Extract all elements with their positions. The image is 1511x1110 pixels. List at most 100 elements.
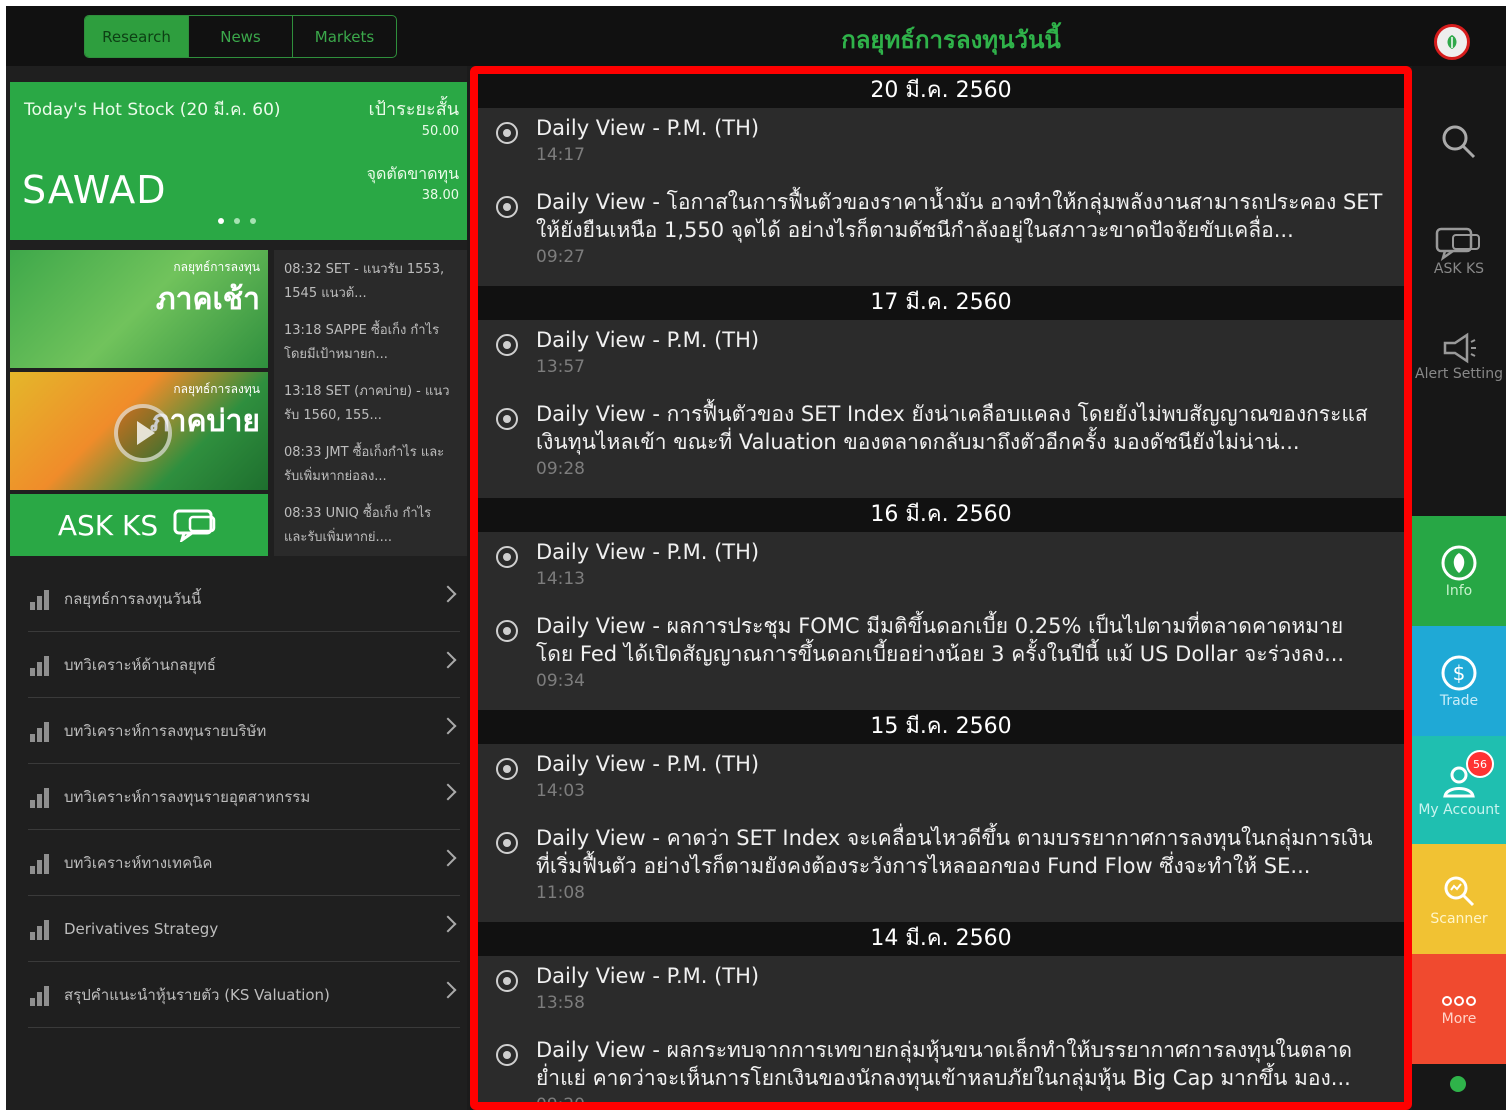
morning-strategy-video[interactable]: กลยุทธ์การลงทุน ภาคเช้า	[10, 250, 268, 368]
scanner-button[interactable]: Scanner	[1412, 844, 1506, 954]
feed-item[interactable]: Daily View - P.M. (TH) 14:17	[478, 108, 1404, 182]
carousel-dots[interactable]	[218, 218, 256, 224]
menu-item-derivatives[interactable]: Derivatives Strategy	[28, 896, 460, 962]
right-sidebar: ASK KS Alert Setting Info $ Trade 56 My …	[1412, 66, 1506, 1110]
trade-label: Trade	[1439, 693, 1479, 709]
list-item[interactable]: 08:32 SET - แนวรับ 1553, 1545 แนวต้...	[274, 250, 467, 311]
alert-setting-button[interactable]: Alert Setting	[1412, 311, 1506, 401]
info-leaf-icon	[1441, 545, 1477, 581]
menu-item-strategy-today[interactable]: กลยุทธ์การลงทุนวันนี้	[28, 566, 460, 632]
thumb-tag: กลยุทธ์การลงทุน	[173, 382, 260, 396]
bar-chart-icon	[30, 852, 54, 874]
feed-item[interactable]: Daily View - โอกาสในการฟื้นตัวของราคาน้ำ…	[478, 182, 1404, 286]
feed-item-time: 14:13	[536, 569, 585, 589]
research-icon	[496, 620, 518, 642]
chevron-right-icon	[439, 849, 457, 867]
afternoon-strategy-video[interactable]: กลยุทธ์การลงทุน ภาคบ่าย	[10, 372, 268, 490]
research-icon	[496, 334, 518, 356]
research-icon	[496, 408, 518, 430]
carousel-dot[interactable]	[234, 218, 240, 224]
feed-item-title: Daily View - P.M. (TH)	[536, 540, 760, 564]
feed-item-time: 09:34	[536, 671, 585, 691]
feed-item-time: 13:57	[536, 357, 585, 377]
feed-item[interactable]: Daily View - P.M. (TH) 14:03	[478, 744, 1404, 818]
date-header: 14 มี.ค. 2560	[478, 922, 1404, 956]
tab-research[interactable]: Research	[85, 16, 189, 57]
play-icon[interactable]	[114, 404, 172, 462]
top-bar: Research News Markets กลยุทธ์การลงทุนวัน…	[6, 6, 1506, 66]
feed-item-time: 09:27	[536, 247, 585, 267]
feed-item[interactable]: Daily View - P.M. (TH) 14:13	[478, 532, 1404, 606]
research-icon	[496, 970, 518, 992]
tab-news[interactable]: News	[189, 16, 293, 57]
menu-item-technical-analysis[interactable]: บทวิเคราะห์ทางเทคนิค	[28, 830, 460, 896]
bar-chart-icon	[30, 984, 54, 1006]
feed-item-time: 09:28	[536, 459, 585, 479]
carousel-dot[interactable]	[250, 218, 256, 224]
brand-logo-icon[interactable]	[1434, 24, 1470, 60]
research-icon	[496, 758, 518, 780]
carousel-dot[interactable]	[218, 218, 224, 224]
feed-item[interactable]: Daily View - ผลการประชุม FOMC มีมติขึ้นด…	[478, 606, 1404, 710]
feed-item[interactable]: Daily View - การฟื้นตัวของ SET Index ยัง…	[478, 394, 1404, 498]
ask-ks-label: ASK KS	[57, 508, 159, 542]
chevron-right-icon	[439, 915, 457, 933]
feed-item[interactable]: Daily View - P.M. (TH) 13:58	[478, 956, 1404, 1030]
research-feed[interactable]: 20 มี.ค. 2560 Daily View - P.M. (TH) 14:…	[470, 66, 1412, 1110]
hot-stock-card[interactable]: Today's Hot Stock (20 มี.ค. 60) SAWAD เป…	[10, 82, 467, 240]
list-item[interactable]: 13:18 SET (ภาคบ่าย) - แนวรับ 1560, 155..…	[274, 372, 467, 433]
list-item[interactable]: 13:18 SAPPE ซื้อเก็ง กำไร โดยมีเป้าหมายก…	[274, 311, 467, 372]
feed-item[interactable]: Daily View - คาดว่า SET Index จะเคลื่อนไ…	[478, 818, 1404, 922]
feed-item[interactable]: Daily View - ผลกระทบจากการเทขายกลุ่มหุ้น…	[478, 1030, 1404, 1102]
feed-item-title: Daily View - ผลการประชุม FOMC มีมติขึ้นด…	[536, 614, 1345, 666]
feed-item-title: Daily View - P.M. (TH)	[536, 964, 760, 988]
target-label: เป้าระยะสั้น	[368, 99, 459, 120]
feed-item-title: Daily View - P.M. (TH)	[536, 116, 760, 140]
menu-item-strategy-analysis[interactable]: บทวิเคราะห์ด้านกลยุทธ์	[28, 632, 460, 698]
connection-status-icon	[1450, 1076, 1466, 1092]
feed-item[interactable]: Daily View - P.M. (TH) 13:57	[478, 320, 1404, 394]
dollar-icon: $	[1441, 655, 1477, 691]
info-button[interactable]: Info	[1412, 516, 1506, 626]
megaphone-icon	[1443, 332, 1476, 364]
leaf-icon	[1447, 35, 1457, 49]
feed-item-title: Daily View - คาดว่า SET Index จะเคลื่อนไ…	[536, 826, 1373, 878]
chevron-right-icon	[439, 717, 457, 735]
info-label: Info	[1445, 583, 1473, 599]
tab-markets[interactable]: Markets	[293, 16, 396, 57]
ask-ks-banner[interactable]: ASK KS	[10, 494, 268, 556]
research-menu: กลยุทธ์การลงทุนวันนี้ บทวิเคราะห์ด้านกลย…	[28, 566, 460, 1028]
thumb-tag: กลยุทธ์การลงทุน	[173, 260, 260, 274]
ask-ks-button[interactable]: ASK KS	[1412, 206, 1506, 296]
my-account-button[interactable]: 56 My Account	[1412, 736, 1506, 844]
trade-button[interactable]: $ Trade	[1412, 626, 1506, 736]
chevron-right-icon	[439, 783, 457, 801]
more-button[interactable]: More	[1412, 954, 1506, 1064]
list-item[interactable]: 08:33 JMT ซื้อเก็งกำไร และรับเพิ่มหากย่อ…	[274, 433, 467, 494]
feed-item-title: Daily View - P.M. (TH)	[536, 328, 760, 352]
research-icon	[496, 122, 518, 144]
chat-bubble-icon	[173, 509, 216, 542]
menu-item-industry-analysis[interactable]: บทวิเคราะห์การลงทุนรายอุตสาหกรรม	[28, 764, 460, 830]
hot-stock-symbol: SAWAD	[22, 168, 167, 212]
research-icon	[496, 1044, 518, 1066]
feed-item-title: Daily View - โอกาสในการฟื้นตัวของราคาน้ำ…	[536, 190, 1383, 242]
top-tab-group: Research News Markets	[84, 15, 397, 58]
bar-chart-icon	[30, 588, 54, 610]
feed-item-title: Daily View - ผลกระทบจากการเทขายกลุ่มหุ้น…	[536, 1038, 1352, 1090]
research-icon	[496, 196, 518, 218]
chat-bubble-icon	[1435, 227, 1480, 261]
svg-text:$: $	[1453, 661, 1466, 685]
cut-loss-value: 38.00	[421, 188, 459, 203]
cut-loss-label: จุดตัดขาดทุน	[366, 164, 459, 183]
menu-item-label: บทวิเคราะห์ด้านกลยุทธ์	[64, 655, 216, 674]
menu-item-ks-valuation[interactable]: สรุปคำแนะนำหุ้นรายตัว (KS Valuation)	[28, 962, 460, 1028]
my-account-label: My Account	[1418, 802, 1500, 818]
list-item[interactable]: 08:33 UNIQ ซื้อเก็ง กำไร และรับเพิ่มหากย…	[274, 494, 467, 555]
target-value: 50.00	[421, 124, 459, 139]
menu-item-company-analysis[interactable]: บทวิเคราะห์การลงทุนรายบริษัท	[28, 698, 460, 764]
menu-item-label: Derivatives Strategy	[64, 919, 219, 938]
search-button[interactable]	[1412, 102, 1506, 182]
research-icon	[496, 832, 518, 854]
scanner-label: Scanner	[1430, 911, 1488, 927]
